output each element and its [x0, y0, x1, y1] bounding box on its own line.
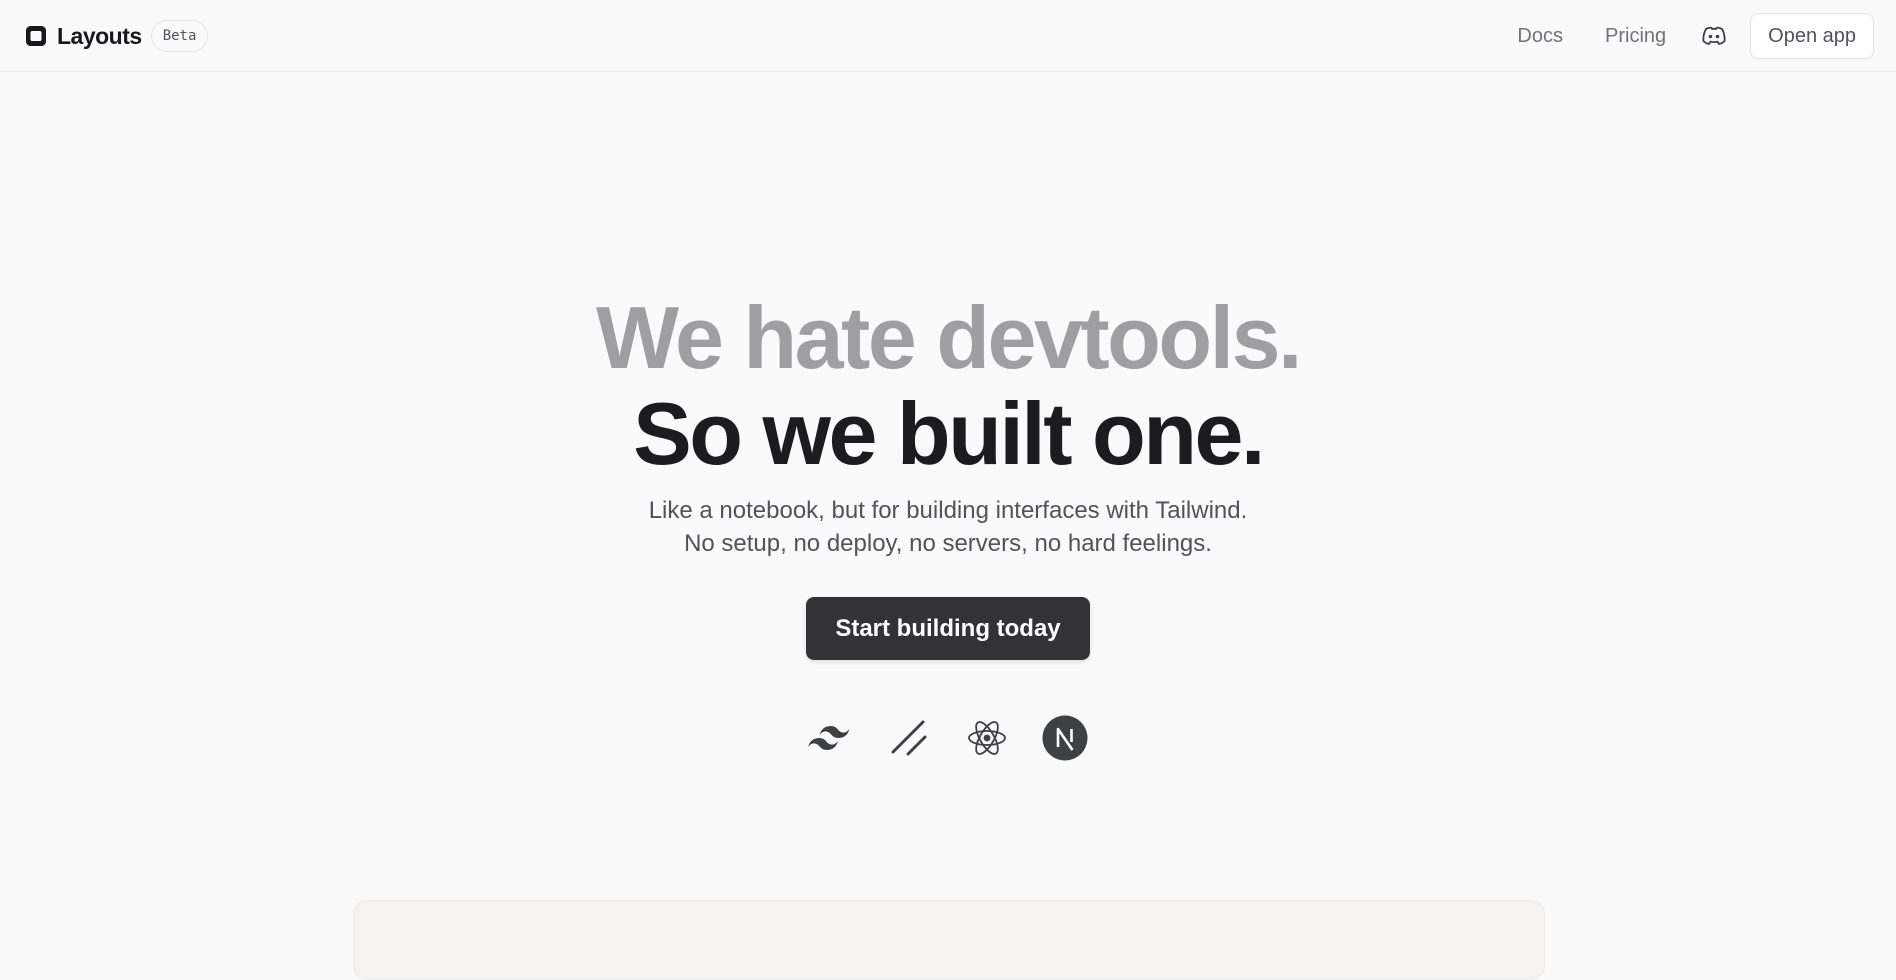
- shadcn-icon: [885, 714, 933, 762]
- react-icon: [963, 714, 1011, 762]
- site-header: Layouts Beta Docs Pricing Open app: [0, 0, 1896, 72]
- subtitle-line-2: No setup, no deploy, no servers, no hard…: [684, 530, 1212, 557]
- app-preview-panel: [353, 900, 1545, 980]
- brand[interactable]: Layouts Beta: [24, 20, 209, 52]
- hero-section: We hate devtools. So we built one. Like …: [0, 290, 1896, 762]
- square-logo-icon: [24, 24, 48, 48]
- start-building-button[interactable]: Start building today: [806, 597, 1090, 660]
- nextjs-icon: [1041, 714, 1089, 762]
- discord-icon[interactable]: [1700, 22, 1728, 50]
- tailwind-icon: [807, 714, 855, 762]
- headline-muted: We hate devtools.: [595, 288, 1303, 387]
- subtitle-line-1: Like a notebook, but for building interf…: [648, 497, 1248, 524]
- brand-name: Layouts: [57, 22, 142, 49]
- beta-badge: Beta: [150, 20, 209, 52]
- hero-subtitle: Like a notebook, but for building interf…: [0, 494, 1896, 560]
- nav-link-docs[interactable]: Docs: [1517, 25, 1563, 48]
- nav-link-pricing[interactable]: Pricing: [1605, 25, 1666, 48]
- open-app-button[interactable]: Open app: [1750, 13, 1874, 59]
- tech-stack-icons: [0, 714, 1896, 762]
- headline-dark: So we built one.: [633, 384, 1265, 483]
- top-nav: Docs Pricing Open app: [1517, 13, 1874, 59]
